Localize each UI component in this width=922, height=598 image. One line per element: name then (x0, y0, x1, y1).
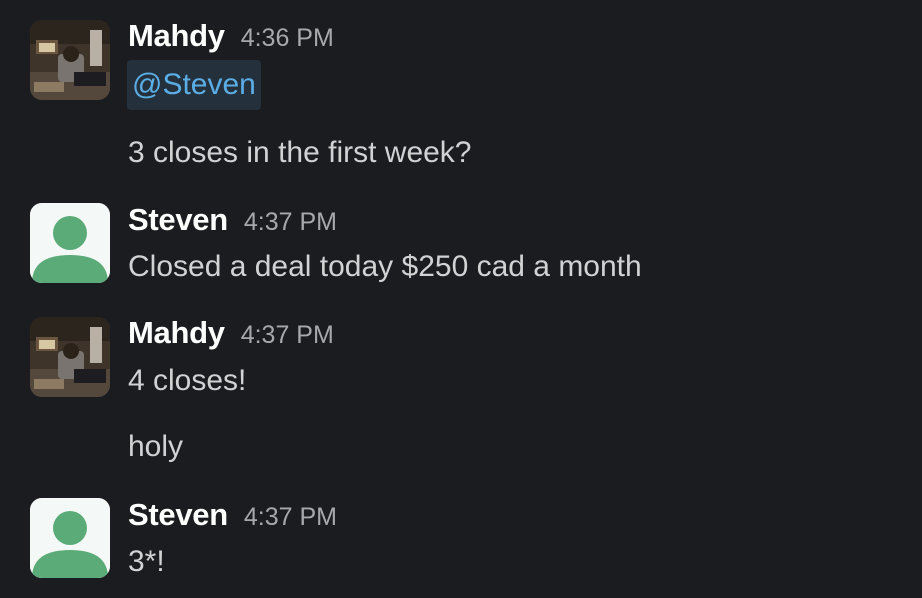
avatar[interactable] (30, 317, 110, 397)
avatar[interactable] (30, 498, 110, 578)
message-text: Closed a deal today $250 cad a month (128, 250, 642, 283)
timestamp[interactable]: 4:36 PM (241, 24, 334, 53)
author-name[interactable]: Mahdy (128, 18, 225, 54)
timestamp[interactable]: 4:37 PM (241, 321, 334, 350)
message-text: 3*! (128, 545, 165, 578)
author-name[interactable]: Steven (128, 202, 228, 238)
timestamp[interactable]: 4:37 PM (244, 503, 337, 532)
user-photo-icon (30, 317, 110, 397)
message-2: Steven 4:37 PM Closed a deal today $250 … (0, 190, 922, 300)
avatar[interactable] (30, 203, 110, 283)
author-name[interactable]: Mahdy (128, 315, 225, 351)
user-photo-icon (30, 20, 110, 100)
message-1: Mahdy 4:36 PM @Steven 3 closes in the fi… (0, 0, 922, 190)
timestamp[interactable]: 4:37 PM (244, 208, 337, 237)
message-3: Mahdy 4:37 PM 4 closes! holy (0, 305, 922, 480)
default-user-icon (30, 203, 110, 283)
default-user-icon (30, 498, 110, 578)
message-4: Steven 4:37 PM 3*! (0, 485, 922, 598)
mention-chip[interactable]: @Steven (127, 60, 261, 110)
message-text: 4 closes! (128, 364, 247, 397)
author-name[interactable]: Steven (128, 497, 228, 533)
message-text: 3 closes in the first week? (128, 136, 472, 169)
avatar[interactable] (30, 20, 110, 100)
message-text: holy (128, 430, 184, 463)
